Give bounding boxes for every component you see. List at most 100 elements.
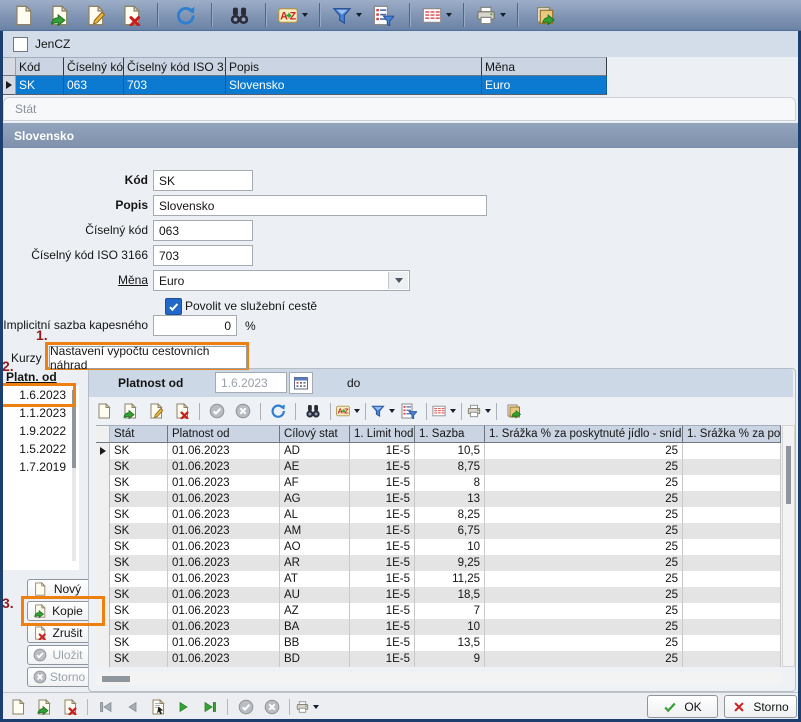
dropdown-arrow-icon[interactable]: [500, 13, 506, 17]
grid-cell: 01.06.2023: [168, 443, 280, 459]
delete-doc-button[interactable]: [170, 401, 194, 422]
grid-vertical-scrollbar[interactable]: [782, 425, 795, 667]
grid-row[interactable]: SK01.06.2023AL1E-58,2525: [96, 507, 781, 523]
grid-row[interactable]: SK01.06.2023AE1E-58,7525: [96, 459, 781, 475]
grid-cell: AU: [280, 587, 350, 603]
copy-doc-button[interactable]: [32, 697, 55, 717]
nav-prev-button[interactable]: [120, 697, 143, 717]
grid-row[interactable]: SK01.06.2023BD1E-5925: [96, 651, 781, 667]
grid-row[interactable]: SK01.06.2023AZ1E-5725: [96, 603, 781, 619]
grid-row[interactable]: SK01.06.2023BB1E-513,525: [96, 635, 781, 651]
storno-button[interactable]: Storno: [724, 695, 797, 718]
nav-last-button[interactable]: [198, 697, 221, 717]
grid-row[interactable]: SK01.06.2023AM1E-56,7525: [96, 523, 781, 539]
delete-doc-button[interactable]: [116, 2, 146, 28]
tab-kurzy[interactable]: Kurzy: [11, 349, 42, 367]
edit-doc-button[interactable]: [144, 401, 168, 422]
grid-vscrollbar-thumb[interactable]: [786, 446, 791, 504]
record-title: Slovensko: [3, 123, 798, 148]
print-button[interactable]: [467, 401, 491, 422]
new-doc-button[interactable]: [8, 2, 38, 28]
grid-cell: SK: [110, 603, 168, 619]
highlight-box-3: [21, 596, 105, 626]
grid-cell: 25: [485, 587, 683, 603]
dropdown-arrow-icon[interactable]: [446, 13, 452, 17]
filter-button[interactable]: [332, 2, 362, 28]
print-button[interactable]: [296, 697, 319, 717]
copy-doc-button[interactable]: [44, 2, 74, 28]
edit-doc-button[interactable]: [80, 2, 110, 28]
export-button[interactable]: [502, 401, 526, 422]
ok-circle-icon: [33, 648, 47, 662]
dropdown-arrow-icon[interactable]: [485, 409, 491, 413]
delete-doc-button[interactable]: [58, 697, 81, 717]
check-icon: [168, 301, 179, 312]
povolit-checkbox[interactable]: [165, 298, 182, 315]
povolit-label: Povolit ve služební cestě: [185, 297, 317, 315]
grid-marker-cell: [96, 571, 110, 587]
refresh-button[interactable]: [170, 2, 200, 28]
grid-hscrollbar-thumb[interactable]: [102, 676, 130, 682]
platnost-date-item[interactable]: 1.7.2019: [2, 458, 79, 476]
search-button[interactable]: [301, 401, 325, 422]
dropdown-arrow-icon[interactable]: [302, 13, 308, 17]
grid-row[interactable]: SK01.06.2023AF1E-5825: [96, 475, 781, 491]
columns-button[interactable]: [422, 2, 452, 28]
dropdown-arrow-icon[interactable]: [389, 409, 395, 413]
toolbar-separator: [260, 403, 261, 420]
filter-icon: [371, 403, 385, 419]
mena-dropdown-button[interactable]: [388, 272, 408, 289]
jencz-checkbox[interactable]: [13, 37, 28, 52]
calendar-button[interactable]: [289, 372, 313, 394]
new-doc-button[interactable]: [92, 401, 116, 422]
sazba-input[interactable]: 0: [153, 315, 237, 336]
grid-row[interactable]: SK01.06.2023AO1E-51025: [96, 539, 781, 555]
dropdown-arrow-icon[interactable]: [354, 409, 360, 413]
print-button[interactable]: [476, 2, 506, 28]
filter-list-button[interactable]: [368, 2, 398, 28]
grid-cell: 01.06.2023: [168, 475, 280, 491]
nav-first-button[interactable]: [94, 697, 117, 717]
filter-button[interactable]: [371, 401, 395, 422]
export-button[interactable]: [530, 2, 560, 28]
platnost-date-item[interactable]: 1.9.2022: [2, 422, 79, 440]
doc-select-button[interactable]: [146, 697, 169, 717]
dropdown-arrow-icon[interactable]: [313, 705, 319, 709]
new-doc-button[interactable]: [6, 697, 29, 717]
grid-cell: 01.06.2023: [168, 507, 280, 523]
country-header-cell: Popis: [226, 57, 482, 76]
grid-row[interactable]: SK01.06.2023AU1E-518,525: [96, 587, 781, 603]
ciselny-kod-input[interactable]: 063: [153, 220, 253, 241]
mena-combobox[interactable]: Euro: [153, 270, 410, 291]
dropdown-arrow-icon[interactable]: [450, 409, 456, 413]
country-table-header: KódČíselný kódČíselný kód ISO 3166PopisM…: [3, 57, 607, 76]
tab-nastaveni-nahrad[interactable]: Nastavení vypočtu cestovních náhrad: [49, 346, 247, 369]
copy-doc-icon: [36, 699, 52, 715]
grid-cell: AF: [280, 475, 350, 491]
dropdown-arrow-icon[interactable]: [356, 13, 362, 17]
search-button[interactable]: [224, 2, 254, 28]
grid-row[interactable]: SK01.06.2023AR1E-59,2525: [96, 555, 781, 571]
ok-button[interactable]: OK: [647, 695, 718, 718]
grid-cell: 13,5: [415, 635, 485, 651]
grid-row[interactable]: SK01.06.2023AG1E-51325: [96, 491, 781, 507]
nav-next-button[interactable]: [172, 697, 195, 717]
grid-row[interactable]: SK01.06.2023BA1E-51025: [96, 619, 781, 635]
copy-doc-button[interactable]: [118, 401, 142, 422]
country-cell: Euro: [482, 76, 607, 95]
iso-kod-input[interactable]: 703: [153, 245, 253, 266]
filter-list-button[interactable]: [397, 401, 421, 422]
country-table-selected-row[interactable]: SK063703SlovenskoEuro: [3, 76, 607, 95]
refresh-button[interactable]: [266, 401, 290, 422]
sort-az-button[interactable]: [278, 2, 308, 28]
platnost-date-item[interactable]: 1.5.2022: [2, 440, 79, 458]
kod-input[interactable]: SK: [153, 170, 253, 191]
grid-row[interactable]: SK01.06.2023AT1E-511,2525: [96, 571, 781, 587]
popis-input[interactable]: Slovensko: [153, 195, 487, 216]
sort-az-button[interactable]: [336, 401, 360, 422]
mena-label[interactable]: Měna: [0, 270, 148, 291]
columns-button[interactable]: [432, 401, 456, 422]
platnost-od-input[interactable]: 1.6.2023: [215, 372, 287, 393]
grid-row[interactable]: SK01.06.2023AD1E-510,525: [96, 443, 781, 459]
grid-horizontal-scrollbar[interactable]: [96, 672, 781, 685]
